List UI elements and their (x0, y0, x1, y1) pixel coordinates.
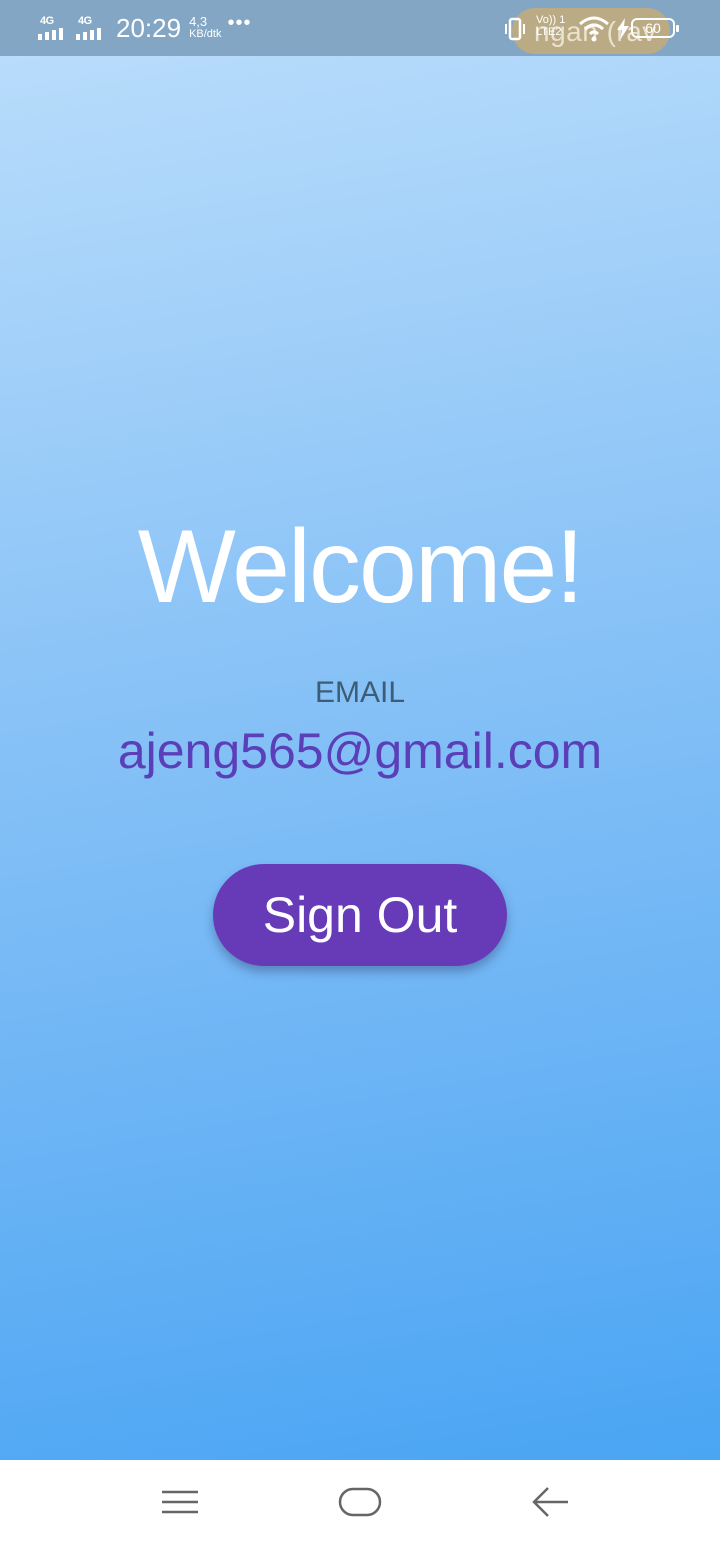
status-left: 4G 4G 20:29 4,3 KB/dtk ••• (38, 10, 252, 46)
charging-icon (617, 18, 629, 40)
email-value: ajeng565@gmail.com (117, 723, 603, 779)
lte-label: LTE2 (536, 26, 562, 38)
main-screen: Welcome! EMAIL ajeng565@gmail.com Sign O… (0, 56, 720, 1460)
volte-label: Vo)) 1 (536, 14, 566, 26)
home-button[interactable] (300, 1460, 420, 1544)
network-speed: 4,3 KB/dtk (189, 15, 221, 41)
home-icon (338, 1487, 382, 1517)
volte-indicator: Vo)) 1 LTE2 (536, 14, 565, 38)
email-label: EMAIL (314, 676, 406, 709)
back-button[interactable] (490, 1460, 610, 1544)
more-notifications-icon: ••• (227, 11, 252, 34)
sim1-label: 4G (40, 15, 54, 27)
clock: 20:29 (116, 12, 182, 43)
network-speed-unit: KB/dtk (189, 28, 222, 40)
wifi-icon (579, 16, 609, 42)
menu-icon (162, 1490, 198, 1514)
status-bar: 4G 4G 20:29 4,3 KB/dtk ••• ngan (rav Vo)… (0, 0, 720, 56)
sign-out-button[interactable]: Sign Out (213, 864, 507, 966)
welcome-title: Welcome! (137, 509, 584, 625)
sim1-signal-icon: 4G (38, 13, 72, 43)
battery-icon: 60 (631, 18, 679, 38)
back-icon (532, 1487, 568, 1517)
menu-button[interactable] (120, 1460, 240, 1544)
vibrate-icon (505, 17, 525, 41)
battery-level: 60 (645, 20, 661, 36)
network-speed-value: 4,3 (189, 14, 208, 29)
sim2-label: 4G (78, 15, 92, 27)
sim2-signal-icon: 4G (76, 13, 110, 43)
navigation-bar (0, 1460, 720, 1544)
